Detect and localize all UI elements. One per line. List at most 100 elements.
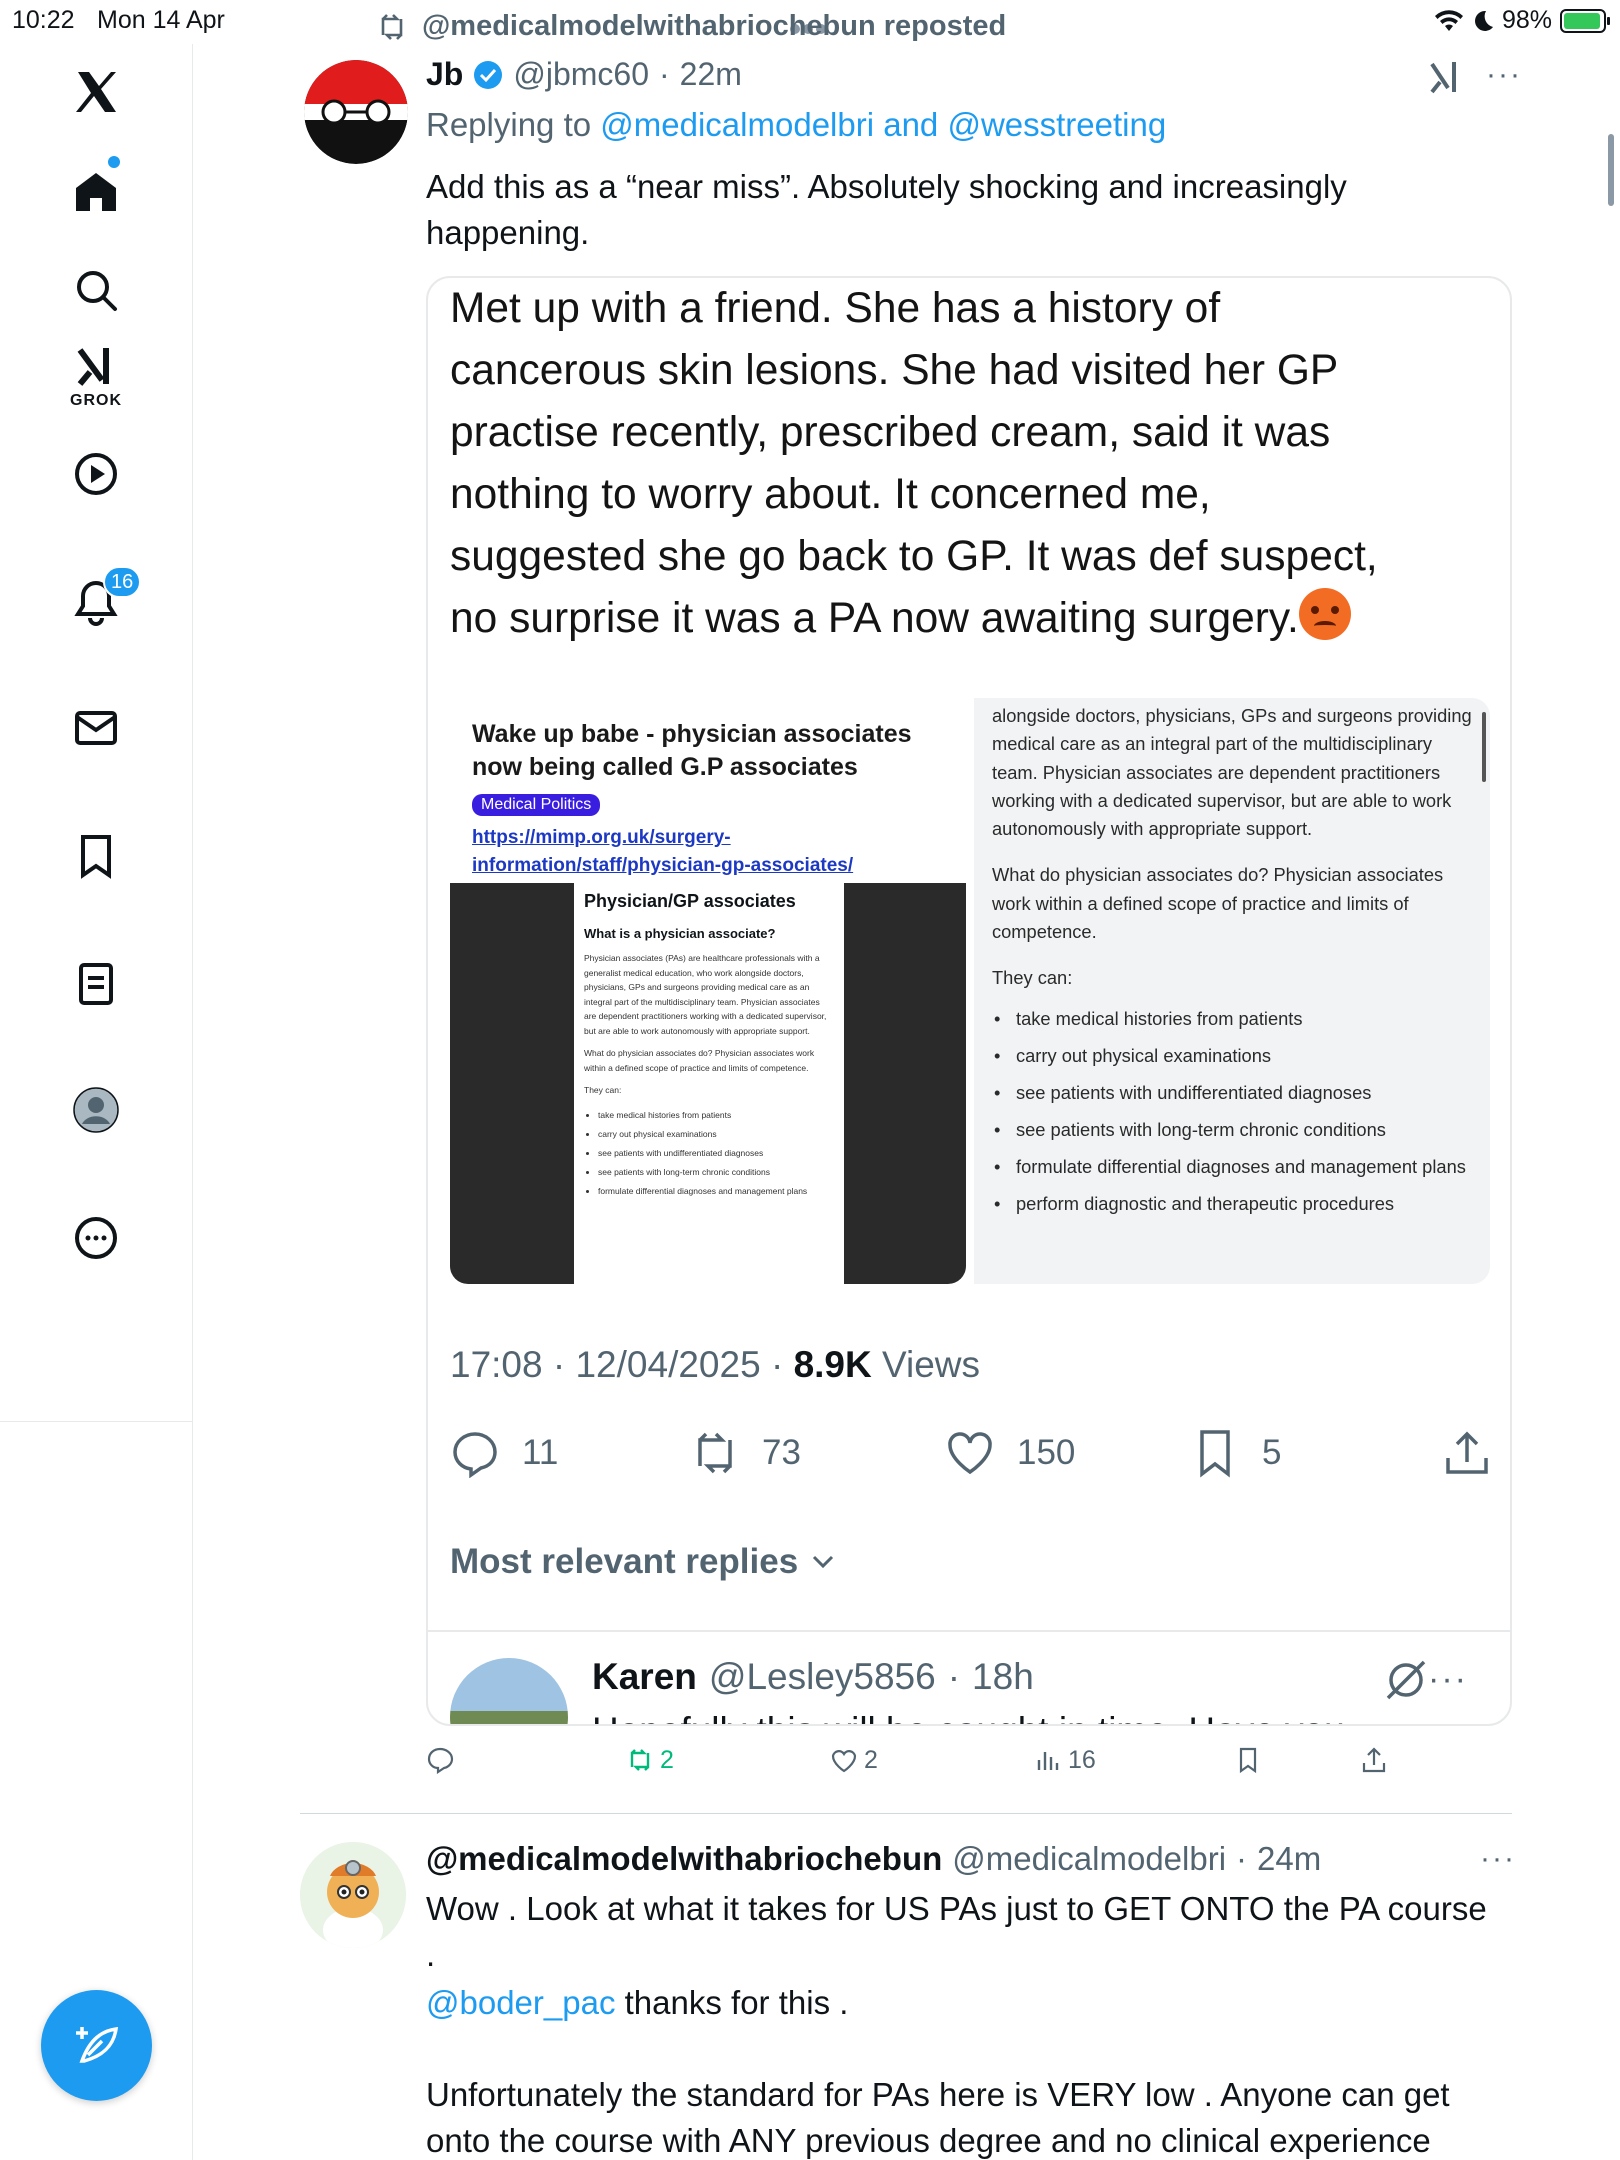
most-relevant-label: Most relevant replies	[450, 1542, 799, 1581]
karen-text-cut: Hopefully this will be caught in time. H…	[592, 1710, 1345, 1724]
grok-explain-icon[interactable]	[1426, 58, 1464, 96]
qp-list-item: formulate differential diagnoses and man…	[598, 1182, 834, 1201]
sidebar-item-lists[interactable]	[48, 936, 144, 1032]
quote-reposts-count: 73	[762, 1433, 801, 1472]
qp-list-item: see patients with undifferentiated diagn…	[598, 1144, 834, 1163]
karen-grok-icon	[1386, 1660, 1426, 1700]
quote-image-right[interactable]: alongside doctors, physicians, GPs and s…	[974, 698, 1490, 1284]
quote-views-label: Views	[882, 1344, 981, 1385]
share-icon	[1446, 1431, 1488, 1474]
qp-list: take medical histories from patients car…	[584, 1106, 834, 1201]
share-icon	[1362, 1747, 1386, 1773]
tweet2-text: Wow . Look at what it takes for US PAs j…	[426, 1886, 1516, 2160]
sidebar-item-home[interactable]	[48, 144, 144, 240]
tweet2-line4: Unfortunately the standard for PAs here …	[426, 2076, 1450, 2113]
tweet1-time[interactable]: 22m	[680, 56, 742, 93]
quote-views-count: 8.9K	[793, 1344, 872, 1385]
tweet1-like-button[interactable]: 2	[830, 1740, 878, 1780]
sidebar-item-more[interactable]	[48, 1190, 144, 1286]
quote-meta: 17:08 · 12/04/2025 · 8.9K Views	[450, 1344, 981, 1385]
attached-screenshot[interactable]: Met up with a friend. She has a history …	[426, 276, 1512, 1726]
home-icon	[76, 173, 116, 211]
tweet2-more-icon[interactable]: ···	[1480, 1842, 1516, 1876]
profile-avatar-icon	[73, 1087, 119, 1133]
bookmark-icon	[81, 835, 111, 879]
tweet2-dot: ·	[1236, 1840, 1248, 1877]
tweet2-handle[interactable]: @medicalmodelbri	[952, 1840, 1226, 1878]
quote-image-left[interactable]: Wake up babe - physician associates now …	[450, 698, 966, 1284]
compose-post-button[interactable]	[41, 1990, 152, 2101]
repost-icon	[381, 13, 403, 40]
x-logo-icon[interactable]	[48, 44, 144, 140]
tweet2-author-name[interactable]: @medicalmodelwithabriochebun	[426, 1840, 942, 1878]
grok-icon	[77, 348, 109, 386]
quote-line-last: no surprise it was a PA now awaiting sur…	[450, 588, 1490, 650]
tweet1-views-button[interactable]: 16	[1034, 1740, 1096, 1780]
ql-badge: Medical Politics	[472, 794, 601, 816]
qp-list-item: see patients with long-term chronic cond…	[598, 1163, 834, 1182]
sidebar-item-messages[interactable]	[48, 680, 144, 776]
tweet1-dot: ·	[658, 56, 670, 92]
sidebar-item-notifications[interactable]: 16	[48, 554, 144, 650]
tweet1-handle[interactable]: @jbmc60	[513, 56, 649, 93]
tweet1-text-line1: Add this as a “near miss”. Absolutely sh…	[426, 168, 1347, 205]
sidebar-item-grok[interactable]: GROK	[48, 328, 144, 424]
qp-heading: Physician/GP associates	[584, 891, 796, 911]
reply-icon	[427, 1747, 454, 1774]
tweet-divider	[300, 1813, 1512, 1814]
quote-line: nothing to worry about. It concerned me,	[450, 471, 1211, 518]
tweet1-views-count: 16	[1068, 1745, 1096, 1774]
tweet1-reply-button[interactable]	[426, 1740, 460, 1780]
medicalmodel-avatar[interactable]	[300, 1842, 406, 1948]
qp-paragraph: They can:	[584, 1085, 622, 1095]
more-circle-icon	[75, 1217, 117, 1259]
ql-page: Physician/GP associates What is a physic…	[574, 883, 844, 1284]
jb-avatar[interactable]	[304, 60, 408, 164]
notifications-badge: 16	[103, 566, 142, 598]
quote-text: Met up with a friend. She has a history …	[450, 278, 1490, 650]
tweet2-author-row: @medicalmodelwithabriochebun @medicalmod…	[426, 1840, 1321, 1878]
tweet2-time[interactable]: 24m	[1257, 1840, 1321, 1878]
quote-replies-count: 11	[522, 1433, 559, 1472]
mail-icon	[75, 711, 117, 745]
sidebar-item-search[interactable]	[48, 242, 144, 338]
qp-list-item: carry out physical examinations	[598, 1125, 834, 1144]
qr-paragraph: They can:	[992, 967, 1073, 989]
quote-line: Met up with a friend. She has a history …	[450, 285, 1221, 332]
home-unread-dot	[108, 156, 120, 168]
sidebar-item-bookmarks[interactable]	[48, 808, 144, 904]
verified-badge-icon	[474, 60, 503, 89]
tweet1-bookmark-button[interactable]	[1234, 1740, 1262, 1780]
sidebar-nav: GROK 16	[0, 44, 193, 2160]
ql-link: https://mimp.org.uk/surgery-information/…	[472, 827, 854, 876]
tweet1-more-icon[interactable]: ···	[1486, 58, 1522, 92]
karen-handle: @Lesley5856	[708, 1656, 936, 1697]
sidebar-item-profile[interactable]	[48, 1062, 144, 1158]
qr-list-item: take medical histories from patients	[992, 1005, 1472, 1033]
tweet1-author-name[interactable]: Jb	[426, 56, 463, 93]
tweet1-share-button[interactable]	[1360, 1740, 1388, 1780]
replying-to-links[interactable]: @medicalmodelbri and @wesstreeting	[600, 106, 1166, 143]
tweet1-author-row: Jb @jbmc60 · 22m	[426, 56, 742, 93]
tweet1-repost-count: 2	[660, 1745, 674, 1774]
quote-bookmarks-count: 5	[1262, 1433, 1282, 1472]
ql-dark-frame: Physician/GP associates What is a physic…	[450, 883, 966, 1284]
sidebar-item-video[interactable]	[48, 426, 144, 522]
tweet2-line3-rest: thanks for this .	[615, 1984, 849, 2021]
qp-subheading: What is a physician associate?	[584, 926, 776, 941]
repost-banner: @medicalmodelwithabriochebun reposted	[376, 10, 1006, 43]
repost-icon	[630, 1749, 650, 1771]
tweet1-like-count: 2	[864, 1745, 878, 1774]
list-icon	[79, 963, 113, 1005]
tweet1-repost-button[interactable]: 2	[626, 1740, 674, 1780]
tweet1-text-line2: happening.	[426, 214, 590, 251]
quote-time: 17:08	[450, 1344, 543, 1385]
chevron-down-icon	[813, 1555, 834, 1569]
tweet2-line2: .	[426, 1936, 436, 1973]
quote-bookmark-action: 5	[1190, 1428, 1281, 1478]
bookmark-icon	[1200, 1430, 1230, 1478]
mention-link[interactable]: @boder_pac	[426, 1984, 615, 2021]
quote-separator	[428, 1630, 1510, 1632]
tweet2-line1: Wow . Look at what it takes for US PAs j…	[426, 1890, 1487, 1927]
karen-name: Karen	[592, 1656, 697, 1697]
